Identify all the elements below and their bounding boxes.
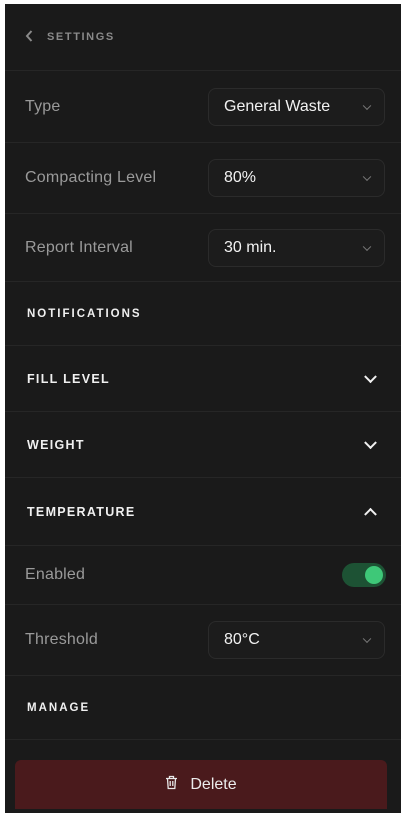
- chevron-down-icon: [362, 101, 372, 110]
- type-row: Type General Waste: [5, 71, 401, 143]
- chevron-down-icon[interactable]: [364, 369, 377, 383]
- chevron-down-icon[interactable]: [364, 435, 377, 449]
- threshold-select[interactable]: 80°C: [208, 621, 385, 659]
- enabled-label: Enabled: [25, 566, 86, 583]
- threshold-label: Threshold: [25, 631, 98, 648]
- report-interval-value: 30 min.: [224, 238, 277, 256]
- chevron-left-icon[interactable]: [25, 30, 33, 44]
- fill-level-title: FILL LEVEL: [27, 371, 110, 386]
- trash-icon: [165, 775, 178, 795]
- accordion-weight[interactable]: WEIGHT: [5, 412, 401, 478]
- weight-title: WEIGHT: [27, 437, 85, 452]
- chevron-down-icon: [362, 634, 372, 644]
- compacting-select[interactable]: 80%: [208, 159, 385, 197]
- report-interval-row: Report Interval 30 min.: [5, 214, 401, 282]
- type-label: Type: [25, 97, 61, 115]
- chevron-up-icon[interactable]: [364, 507, 377, 521]
- compacting-label: Compacting Level: [25, 169, 157, 186]
- manage-header: MANAGE: [5, 676, 401, 740]
- notifications-header: NOTIFICATIONS: [5, 282, 401, 346]
- threshold-value: 80°C: [224, 631, 260, 648]
- settings-panel: SETTINGS Type General Waste Compacting L…: [5, 4, 401, 813]
- settings-header[interactable]: SETTINGS: [5, 4, 401, 71]
- report-interval-label: Report Interval: [25, 238, 133, 256]
- enabled-row: Enabled: [5, 546, 401, 605]
- compacting-row: Compacting Level 80%: [5, 143, 401, 214]
- accordion-temperature[interactable]: TEMPERATURE: [5, 478, 401, 546]
- enabled-toggle[interactable]: [342, 563, 386, 587]
- toggle-knob: [365, 566, 383, 584]
- manage-title: MANAGE: [27, 701, 91, 714]
- report-interval-select[interactable]: 30 min.: [208, 228, 385, 267]
- settings-title: SETTINGS: [47, 31, 115, 43]
- threshold-row: Threshold 80°C: [5, 605, 401, 676]
- delete-label: Delete: [190, 775, 237, 793]
- type-select[interactable]: General Waste: [208, 87, 385, 126]
- compacting-value: 80%: [224, 169, 257, 186]
- temperature-title: TEMPERATURE: [27, 504, 136, 519]
- delete-button[interactable]: Delete: [15, 760, 387, 809]
- accordion-fill-level[interactable]: FILL LEVEL: [5, 346, 401, 412]
- type-value: General Waste: [224, 97, 331, 115]
- notifications-title: NOTIFICATIONS: [27, 307, 142, 320]
- chevron-down-icon: [362, 242, 372, 251]
- chevron-down-icon: [362, 172, 372, 182]
